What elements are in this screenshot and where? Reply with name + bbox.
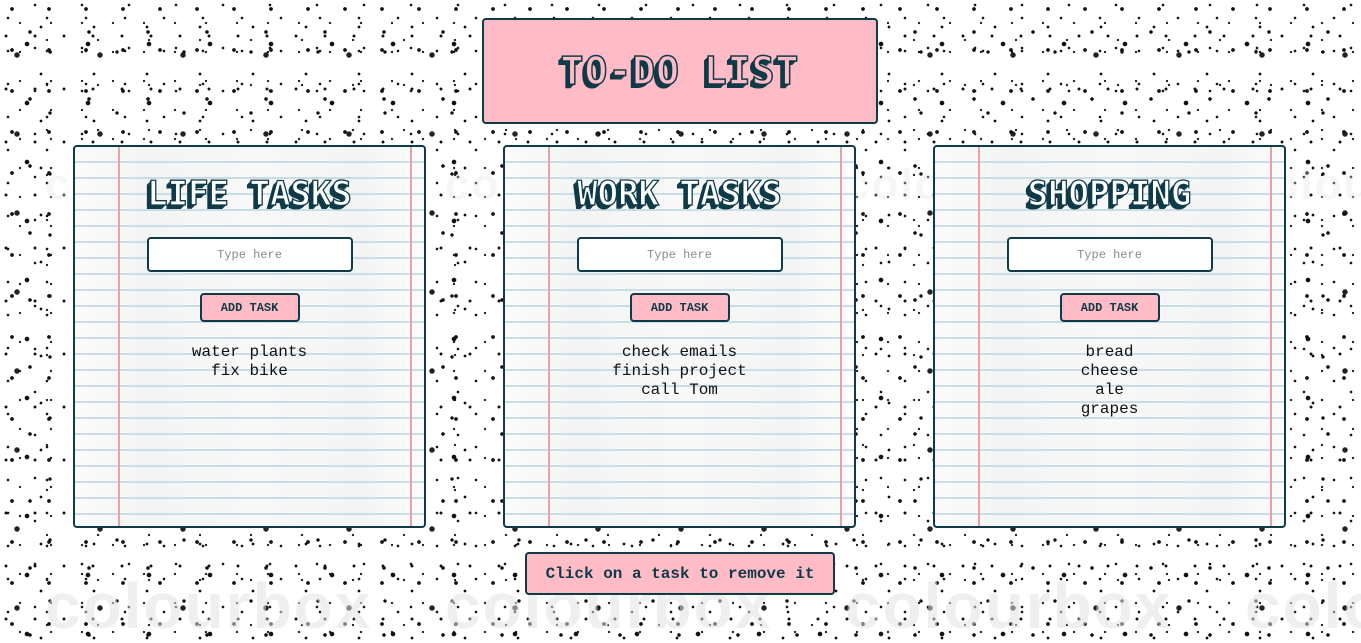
add-task-button[interactable]: ADD TASK (629, 293, 730, 322)
task-item[interactable]: call Tom (612, 381, 746, 400)
task-item[interactable]: bread (1081, 343, 1139, 362)
task-item[interactable]: fix bike (192, 362, 307, 381)
watermark-text: colourbox (1245, 570, 1361, 642)
task-item[interactable]: water plants (192, 343, 307, 362)
add-task-button[interactable]: ADD TASK (199, 293, 300, 322)
task-item[interactable]: check emails (612, 343, 746, 362)
title-banner: TO-DO LIST (482, 18, 878, 124)
hint-text: Click on a task to remove it (545, 564, 815, 583)
list-card-life: LIFE TASKS ADD TASK water plants fix bik… (73, 145, 426, 528)
add-task-button[interactable]: ADD TASK (1059, 293, 1160, 322)
task-input[interactable] (576, 237, 783, 272)
watermark-text: colourbox (845, 570, 1173, 642)
task-input[interactable] (146, 237, 353, 272)
watermark-text: colourbox (45, 570, 373, 642)
task-item[interactable]: cheese (1081, 362, 1139, 381)
task-input[interactable] (1006, 237, 1213, 272)
task-item[interactable]: ale (1081, 381, 1139, 400)
page-title: TO-DO LIST (560, 48, 800, 94)
list-heading: WORK TASKS (576, 173, 782, 214)
task-list: water plants fix bike (192, 343, 307, 381)
hint-banner: Click on a task to remove it (525, 552, 835, 595)
task-list: check emails finish project call Tom (612, 343, 746, 400)
list-heading: SHOPPING (1027, 173, 1192, 214)
list-card-shopping: SHOPPING ADD TASK bread cheese ale grape… (933, 145, 1286, 528)
task-item[interactable]: grapes (1081, 400, 1139, 419)
list-heading: LIFE TASKS (146, 173, 352, 214)
task-list: bread cheese ale grapes (1081, 343, 1139, 419)
task-item[interactable]: finish project (612, 362, 746, 381)
list-card-work: WORK TASKS ADD TASK check emails finish … (503, 145, 856, 528)
